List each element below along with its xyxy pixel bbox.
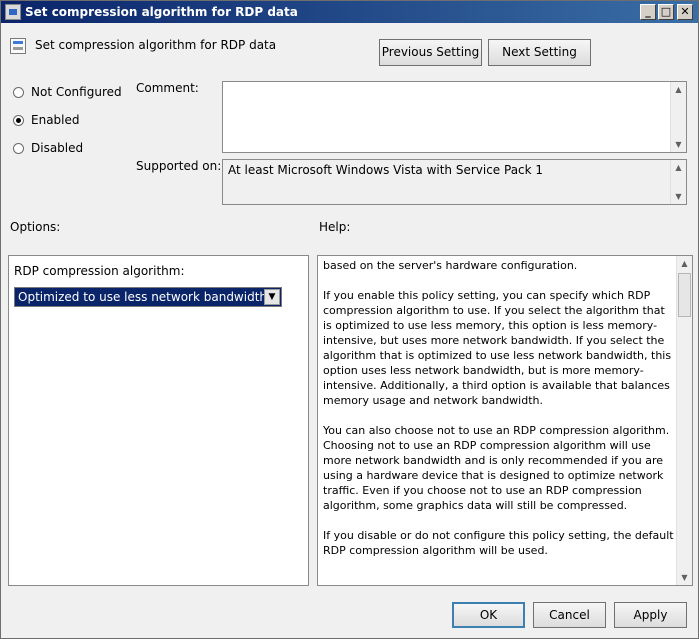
- scroll-down-arrow-icon[interactable]: ▼: [677, 570, 692, 585]
- supported-on-field: At least Microsoft Windows Vista with Se…: [222, 159, 687, 205]
- help-paragraph: If you enable this policy setting, you c…: [323, 289, 672, 407]
- help-paragraph: If you disable or do not configure this …: [323, 529, 674, 557]
- scroll-up-arrow-icon[interactable]: ▲: [671, 160, 686, 175]
- rdp-compression-label: RDP compression algorithm:: [14, 264, 185, 278]
- radio-enabled-dot[interactable]: [13, 115, 24, 126]
- cancel-button[interactable]: Cancel: [533, 602, 606, 628]
- ok-button[interactable]: OK: [452, 602, 525, 628]
- close-button[interactable]: ✕: [677, 4, 693, 20]
- policy-setting-icon: [10, 38, 26, 54]
- scroll-up-arrow-icon[interactable]: ▲: [677, 256, 692, 271]
- supported-on-value: At least Microsoft Windows Vista with Se…: [228, 163, 544, 177]
- rdp-compression-select[interactable]: Optimized to use less network bandwidth …: [14, 287, 282, 307]
- help-scrollbar-thumb[interactable]: [678, 273, 691, 317]
- supported-scrollbar[interactable]: ▲ ▼: [670, 160, 686, 204]
- comment-scrollbar[interactable]: ▲ ▼: [670, 82, 686, 152]
- help-paragraph: based on the server's hardware configura…: [323, 259, 578, 272]
- radio-enabled-label: Enabled: [31, 113, 80, 127]
- supported-on-label: Supported on:: [136, 159, 222, 173]
- help-panel: based on the server's hardware configura…: [317, 255, 693, 586]
- help-scrollbar[interactable]: ▲ ▼: [676, 256, 692, 585]
- help-text: based on the server's hardware configura…: [323, 258, 675, 573]
- scroll-down-arrow-icon[interactable]: ▼: [671, 189, 686, 204]
- options-label: Options:: [10, 220, 61, 234]
- app-icon: [5, 4, 21, 20]
- maximize-button[interactable]: □: [658, 4, 674, 20]
- radio-disabled-label: Disabled: [31, 141, 84, 155]
- minimize-button[interactable]: _: [640, 4, 656, 20]
- window-title: Set compression algorithm for RDP data: [25, 5, 298, 19]
- policy-title: Set compression algorithm for RDP data: [35, 38, 277, 52]
- next-setting-button[interactable]: Next Setting: [488, 39, 591, 66]
- apply-button[interactable]: Apply: [614, 602, 687, 628]
- previous-setting-button[interactable]: Previous Setting: [379, 39, 482, 66]
- scroll-down-arrow-icon[interactable]: ▼: [671, 137, 686, 152]
- radio-not-configured-dot[interactable]: [13, 87, 24, 98]
- options-panel: RDP compression algorithm: Optimized to …: [8, 255, 309, 586]
- help-label: Help:: [319, 220, 351, 234]
- scroll-up-arrow-icon[interactable]: ▲: [671, 82, 686, 97]
- comment-label: Comment:: [136, 81, 199, 95]
- policy-dialog-window: Set compression algorithm for RDP data _…: [0, 0, 699, 639]
- comment-textarea[interactable]: ▲ ▼: [222, 81, 687, 153]
- help-paragraph: You can also choose not to use an RDP co…: [323, 424, 670, 512]
- chevron-down-icon[interactable]: ▼: [264, 289, 280, 305]
- radio-disabled-dot[interactable]: [13, 143, 24, 154]
- title-bar[interactable]: Set compression algorithm for RDP data _…: [1, 1, 698, 23]
- radio-not-configured-label: Not Configured: [31, 85, 122, 99]
- rdp-compression-selected: Optimized to use less network bandwidth: [18, 290, 268, 304]
